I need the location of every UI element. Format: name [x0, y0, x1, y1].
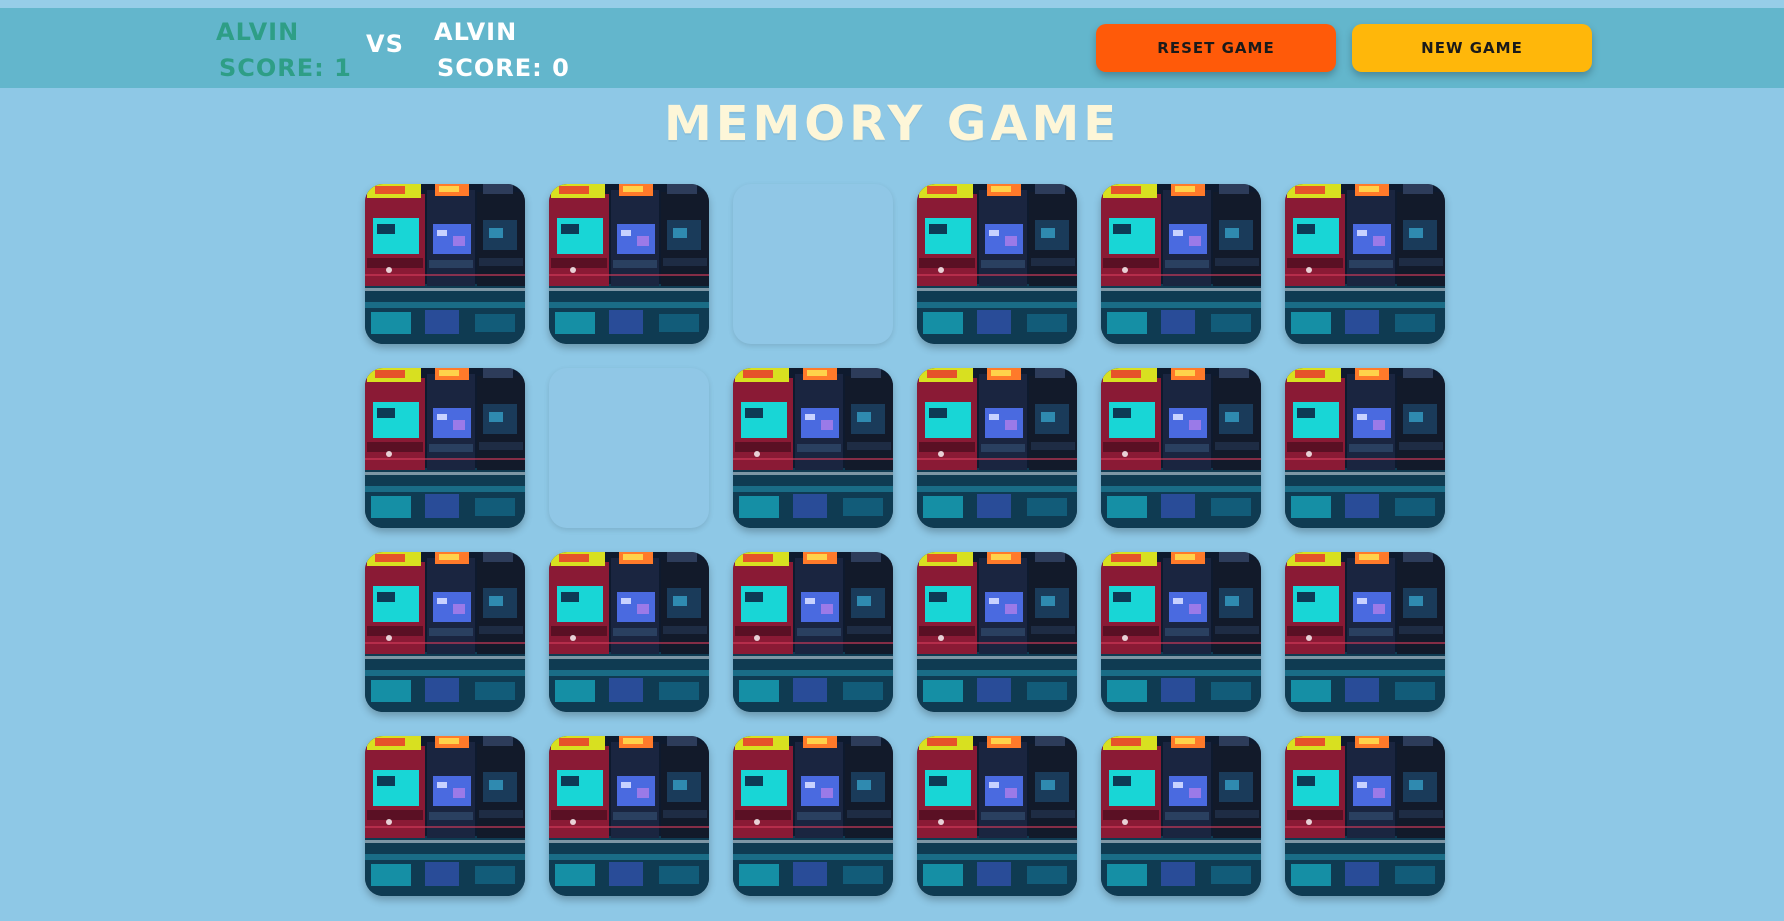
arcade-cabinet-image — [365, 184, 525, 344]
arcade-cabinet-image — [733, 368, 893, 528]
player-1-info: ALVIN SCORE: 1 — [216, 14, 352, 86]
memory-card[interactable] — [549, 736, 709, 896]
memory-card[interactable] — [733, 368, 893, 528]
memory-card[interactable] — [549, 184, 709, 344]
arcade-cabinet-image — [917, 184, 1077, 344]
memory-card — [549, 368, 709, 528]
memory-card[interactable] — [365, 736, 525, 896]
new-game-button[interactable]: NEW GAME — [1352, 24, 1592, 72]
arcade-cabinet-image — [1285, 552, 1445, 712]
header-bar: ALVIN SCORE: 1 VS ALVIN SCORE: 0 RESET G… — [0, 8, 1784, 88]
arcade-cabinet-image — [365, 736, 525, 896]
memory-card[interactable] — [917, 552, 1077, 712]
card-grid — [365, 184, 1445, 896]
arcade-cabinet-image — [917, 552, 1077, 712]
memory-card[interactable] — [917, 736, 1077, 896]
arcade-cabinet-image — [365, 368, 525, 528]
memory-card[interactable] — [365, 368, 525, 528]
arcade-cabinet-image — [365, 552, 525, 712]
memory-card[interactable] — [549, 552, 709, 712]
memory-card[interactable] — [917, 368, 1077, 528]
memory-card[interactable] — [1101, 368, 1261, 528]
memory-card[interactable] — [733, 736, 893, 896]
player-1-name: ALVIN — [216, 18, 300, 46]
arcade-cabinet-image — [1285, 736, 1445, 896]
arcade-cabinet-image — [917, 368, 1077, 528]
player-2-score: SCORE: 0 — [437, 54, 570, 82]
player-2-name: ALVIN — [434, 18, 518, 46]
memory-card[interactable] — [1285, 184, 1445, 344]
memory-card[interactable] — [917, 184, 1077, 344]
page-title: MEMORY GAME — [663, 96, 1121, 152]
memory-card[interactable] — [1285, 552, 1445, 712]
arcade-cabinet-image — [549, 736, 709, 896]
arcade-cabinet-image — [1101, 552, 1261, 712]
memory-card[interactable] — [365, 552, 525, 712]
memory-card — [733, 184, 893, 344]
top-strip — [0, 0, 1784, 8]
vs-label: VS — [366, 30, 404, 58]
arcade-cabinet-image — [1101, 184, 1261, 344]
player-2-info: ALVIN SCORE: 0 — [434, 14, 570, 86]
reset-game-button[interactable]: RESET GAME — [1096, 24, 1336, 72]
memory-card[interactable] — [733, 552, 893, 712]
memory-card[interactable] — [1101, 552, 1261, 712]
arcade-cabinet-image — [733, 552, 893, 712]
memory-card[interactable] — [1101, 184, 1261, 344]
arcade-cabinet-image — [549, 184, 709, 344]
memory-card[interactable] — [1285, 736, 1445, 896]
arcade-cabinet-image — [1101, 736, 1261, 896]
memory-card[interactable] — [365, 184, 525, 344]
player-1-score: SCORE: 1 — [219, 54, 352, 82]
arcade-cabinet-image — [1101, 368, 1261, 528]
arcade-cabinet-image — [1285, 184, 1445, 344]
arcade-cabinet-image — [549, 552, 709, 712]
arcade-cabinet-image — [733, 736, 893, 896]
arcade-cabinet-image — [1285, 368, 1445, 528]
memory-card[interactable] — [1285, 368, 1445, 528]
arcade-cabinet-image — [917, 736, 1077, 896]
memory-card[interactable] — [1101, 736, 1261, 896]
